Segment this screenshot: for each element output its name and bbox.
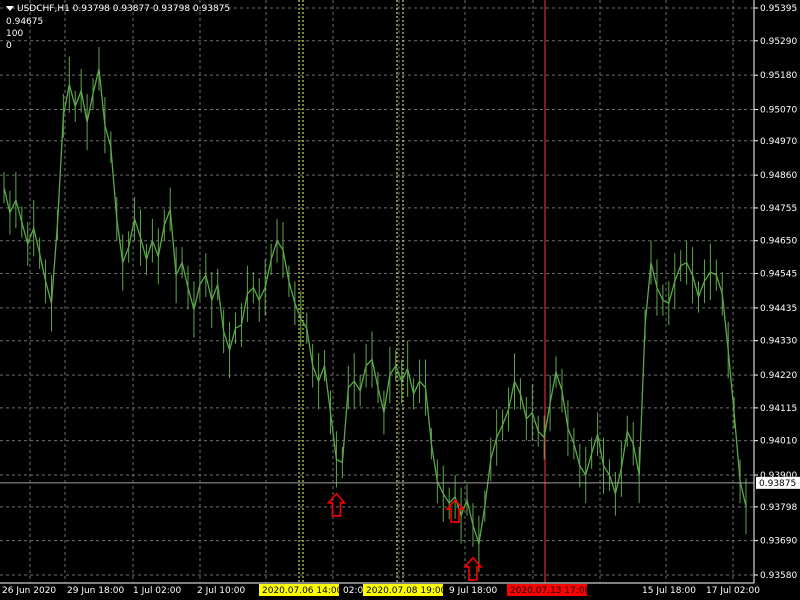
y-tick-label: 0.94650: [760, 237, 797, 247]
y-tick-label: 0.94970: [760, 137, 797, 147]
y-tick-label: 0.94010: [760, 437, 797, 447]
x-tick-label: 1 Jul 02:00: [133, 586, 182, 596]
y-tick-label: 0.93580: [760, 571, 797, 581]
y-tick-label: 0.93798: [760, 503, 797, 513]
grid: [0, 0, 754, 583]
y-tick-label: 0.94435: [760, 304, 797, 314]
y-tick-label: 0.94115: [760, 404, 797, 414]
y-tick-label: 0.95070: [760, 106, 797, 116]
y-tick-label: 0.95180: [760, 71, 797, 81]
symbol-line: USDCHF,H1 0.93798 0.93877 0.93798 0.9387…: [17, 4, 231, 14]
time-marker-label: 2020.07.13 17:00: [510, 586, 591, 596]
arrow-up-icon: [326, 492, 347, 517]
price-series: [0, 47, 754, 572]
x-tick-label: 29 Jun 18:00: [67, 586, 124, 596]
x-tick-label: 15 Jul 18:00: [642, 586, 696, 596]
y-tick-label: 0.95290: [760, 37, 797, 47]
x-tick-label: 9 Jul 18:00: [449, 586, 498, 596]
x-tick-label: 2 Jul 10:00: [197, 586, 246, 596]
y-tick-label: 0.94220: [760, 371, 797, 381]
y-tick-label: 0.95395: [760, 4, 797, 14]
y-tick-label: 0.94860: [760, 171, 797, 181]
y-tick-label: 0.94545: [760, 270, 797, 280]
indicator-level-low: 0: [6, 41, 12, 51]
time-marker-label: 2020.07.06 14:00: [262, 586, 343, 596]
indicator-level-high: 100: [6, 29, 24, 39]
current-price-label: 0.93875: [759, 479, 796, 489]
y-tick-label: 0.94330: [760, 337, 797, 347]
price-line: [3, 68, 747, 544]
x-tick-label: 26 Jun 2020: [2, 586, 56, 596]
indicator-value: 0.94675: [6, 17, 44, 27]
triangle-down-icon: [6, 6, 14, 11]
symbol-info: USDCHF,H1 0.93798 0.93877 0.93798 0.9387…: [6, 4, 230, 15]
y-tick-label: 0.93690: [760, 537, 797, 547]
y-tick-label: 0.94755: [760, 204, 797, 214]
x-tick-label: 17 Jul 02:00: [706, 586, 760, 596]
price-chart[interactable]: 0.95395 0.95290 0.95180 0.95070 0.94970 0.948…: [0, 0, 800, 600]
time-marker-label: 2020.07.08 19:00: [366, 586, 447, 596]
